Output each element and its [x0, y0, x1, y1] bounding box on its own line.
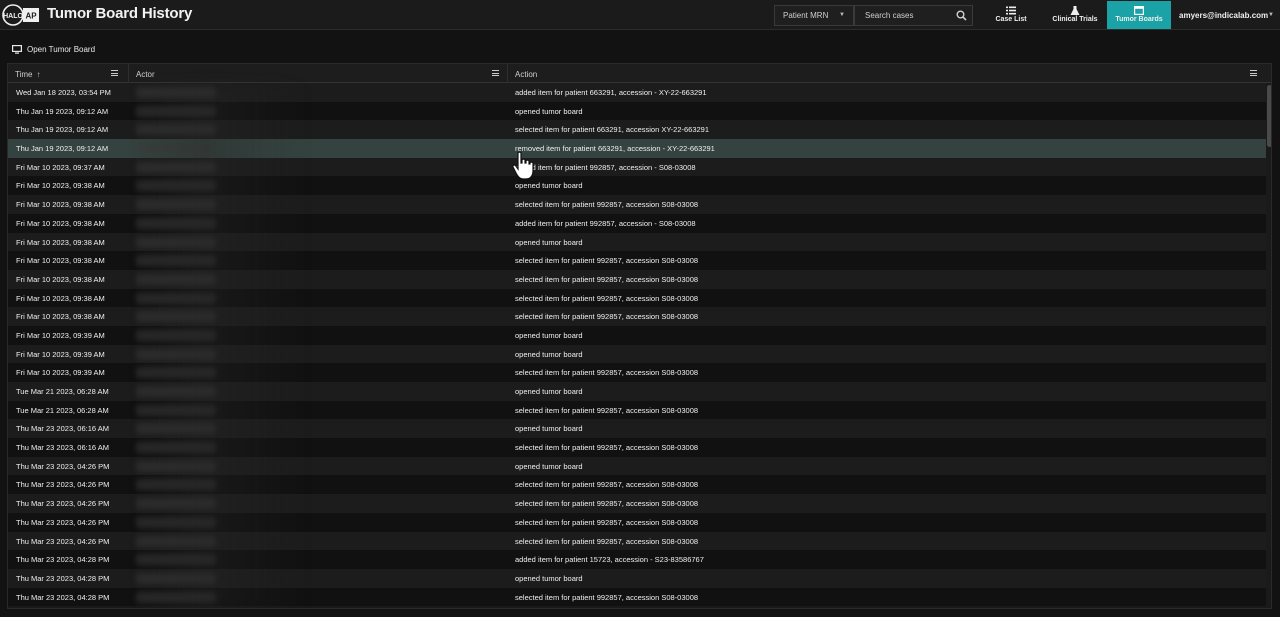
column-header-action[interactable]: Action: [507, 64, 1271, 83]
cell-action: selected item for patient 992857, access…: [515, 480, 699, 490]
cell-time: Fri Mar 10 2023, 09:39 AM: [16, 368, 105, 378]
cell-time: Tue Mar 21 2023, 06:28 AM: [16, 405, 109, 415]
search-input[interactable]: [855, 6, 955, 25]
open-tumor-board-button[interactable]: Open Tumor Board: [12, 43, 95, 55]
cell-action: added item for patient 663291, accession…: [515, 88, 707, 97]
cell-action: selected item for patient 992857, access…: [515, 592, 699, 602]
list-icon: [1006, 6, 1016, 15]
cell-time: Fri Mar 10 2023, 09:38 AM: [16, 237, 105, 247]
search-field-select[interactable]: Patient MRN ▼: [774, 5, 854, 26]
cell-action: selected item for patient 992857, access…: [515, 405, 699, 415]
cell-time: Fri Mar 10 2023, 09:38 AM: [16, 274, 105, 284]
cell-time: Tue Mar 21 2023, 06:28 AM: [16, 387, 109, 396]
column-header-time[interactable]: Time ↑: [8, 64, 128, 83]
cell-action: added item for patient 15723, accession …: [515, 555, 704, 565]
search-icon[interactable]: [956, 10, 967, 21]
nav-tumor-boards-label: Tumor Boards: [1115, 16, 1163, 23]
cell-time: Fri Mar 10 2023, 09:37 AM: [16, 162, 105, 172]
cell-time: Fri Mar 10 2023, 09:39 AM: [16, 349, 105, 359]
cell-time: Fri Mar 10 2023, 09:38 AM: [16, 312, 105, 322]
cell-action: added item for patient 992857, accession…: [515, 218, 696, 228]
page-title: Tumor Board History: [47, 5, 193, 22]
column-header-actor-label: Actor: [136, 70, 155, 79]
cell-action: selected item for patient 992857, access…: [515, 499, 699, 509]
cell-time: Thu Jan 19 2023, 09:12 AM: [16, 144, 109, 154]
column-menu-icon[interactable]: [111, 70, 118, 76]
top-bar: HALO AP Tumor Board History Patient MRN …: [0, 0, 1280, 30]
vertical-scrollbar[interactable]: [1266, 83, 1271, 608]
cell-time: Fri Mar 10 2023, 09:38 AM: [16, 218, 105, 228]
monitor-icon: [12, 44, 22, 54]
cell-action: opened tumor board: [515, 461, 583, 471]
cell-action: selected item for patient 992857, access…: [515, 368, 699, 378]
cell-time: Thu Mar 23 2023, 04:26 PM: [16, 499, 110, 509]
cell-action: opened tumor board: [515, 106, 583, 116]
caret-down-icon[interactable]: ▼: [1268, 12, 1274, 18]
cell-action: selected item for patient 992857, access…: [515, 517, 699, 527]
cell-action: selected item for patient 992857, access…: [515, 293, 699, 303]
search-box[interactable]: [854, 5, 973, 26]
cell-time: Thu Mar 23 2023, 04:26 PM: [16, 517, 110, 527]
cell-action: selected item for patient 992857, access…: [515, 200, 699, 210]
cell-action: selected item for patient 992857, access…: [515, 256, 699, 266]
actor-column-redaction: [136, 84, 306, 608]
column-header-time-label: Time: [15, 70, 33, 79]
history-grid: Time ↑ Actor Action Wed Jan 18 2023, 03:5…: [7, 63, 1272, 609]
cell-action: opened tumor board: [515, 330, 583, 340]
svg-text:HALO: HALO: [3, 13, 23, 20]
nav-clinical-trials[interactable]: Clinical Trials: [1043, 1, 1107, 29]
cell-time: Fri Mar 10 2023, 09:38 AM: [16, 181, 105, 191]
cell-time: Thu Jan 19 2023, 09:12 AM: [16, 125, 109, 135]
cell-action: selected item for patient 992857, access…: [515, 274, 699, 284]
open-tumor-board-label: Open Tumor Board: [27, 44, 96, 54]
sort-ascending-icon: ↑: [36, 70, 41, 79]
cell-time: Thu Jan 19 2023, 09:12 AM: [16, 106, 109, 116]
cell-action: opened tumor board: [515, 181, 583, 191]
cell-time: Wed Jan 18 2023, 03:54 PM: [16, 88, 111, 97]
cell-action: selected item for patient 992857, access…: [515, 443, 699, 453]
search-field-select-value: Patient MRN: [783, 11, 829, 20]
flask-icon: [1070, 6, 1080, 15]
cell-action: selected item for patient 663291, access…: [515, 125, 710, 135]
cell-time: Thu Mar 23 2023, 04:26 PM: [16, 461, 110, 471]
nav-clinical-trials-label: Clinical Trials: [1052, 16, 1098, 23]
cell-action: selected item for patient 992857, access…: [515, 536, 699, 546]
column-menu-icon[interactable]: [1250, 70, 1257, 76]
cell-time: Thu Mar 23 2023, 04:28 PM: [16, 573, 110, 583]
cell-time: Thu Mar 23 2023, 04:26 PM: [16, 480, 110, 490]
svg-text:AP: AP: [25, 12, 37, 21]
column-header-action-label: Action: [515, 70, 538, 79]
column-menu-icon[interactable]: [492, 70, 499, 76]
nav-case-list-label: Case List: [995, 16, 1027, 23]
cell-time: Fri Mar 10 2023, 09:38 AM: [16, 200, 105, 210]
scrollbar-thumb[interactable]: [1267, 85, 1271, 147]
cell-time: Thu Mar 23 2023, 04:26 PM: [16, 536, 110, 546]
cell-time: Fri Mar 10 2023, 09:38 AM: [16, 256, 105, 266]
user-menu[interactable]: amyers@indicalab.com: [1179, 11, 1268, 20]
window-icon: [1134, 6, 1144, 15]
cell-action: opened tumor board: [515, 237, 583, 247]
nav-tumor-boards[interactable]: Tumor Boards: [1107, 1, 1171, 29]
cell-action: added item for patient 992857, accession…: [515, 162, 696, 172]
cell-action: removed item for patient 663291, accessi…: [515, 144, 715, 154]
cell-action: opened tumor board: [515, 424, 583, 434]
nav-case-list[interactable]: Case List: [986, 1, 1036, 29]
cell-action: opened tumor board: [515, 387, 583, 396]
cell-time: Fri Mar 10 2023, 09:38 AM: [16, 293, 105, 303]
halo-ap-logo[interactable]: HALO AP: [2, 4, 40, 26]
cell-time: Fri Mar 10 2023, 09:39 AM: [16, 330, 105, 340]
hand-pointer-icon: [512, 151, 534, 180]
cell-action: opened tumor board: [515, 573, 583, 583]
cell-action: selected item for patient 992857, access…: [515, 312, 699, 322]
cell-time: Thu Mar 23 2023, 06:16 AM: [16, 424, 109, 434]
grid-header: Time ↑ Actor Action: [8, 64, 1271, 83]
caret-down-icon: ▼: [839, 12, 845, 18]
cell-time: Thu Mar 23 2023, 06:16 AM: [16, 443, 109, 453]
cell-action: opened tumor board: [515, 349, 583, 359]
column-header-actor[interactable]: Actor: [128, 64, 507, 83]
cell-time: Thu Mar 23 2023, 04:28 PM: [16, 555, 110, 565]
cell-time: Thu Mar 23 2023, 04:28 PM: [16, 592, 110, 602]
